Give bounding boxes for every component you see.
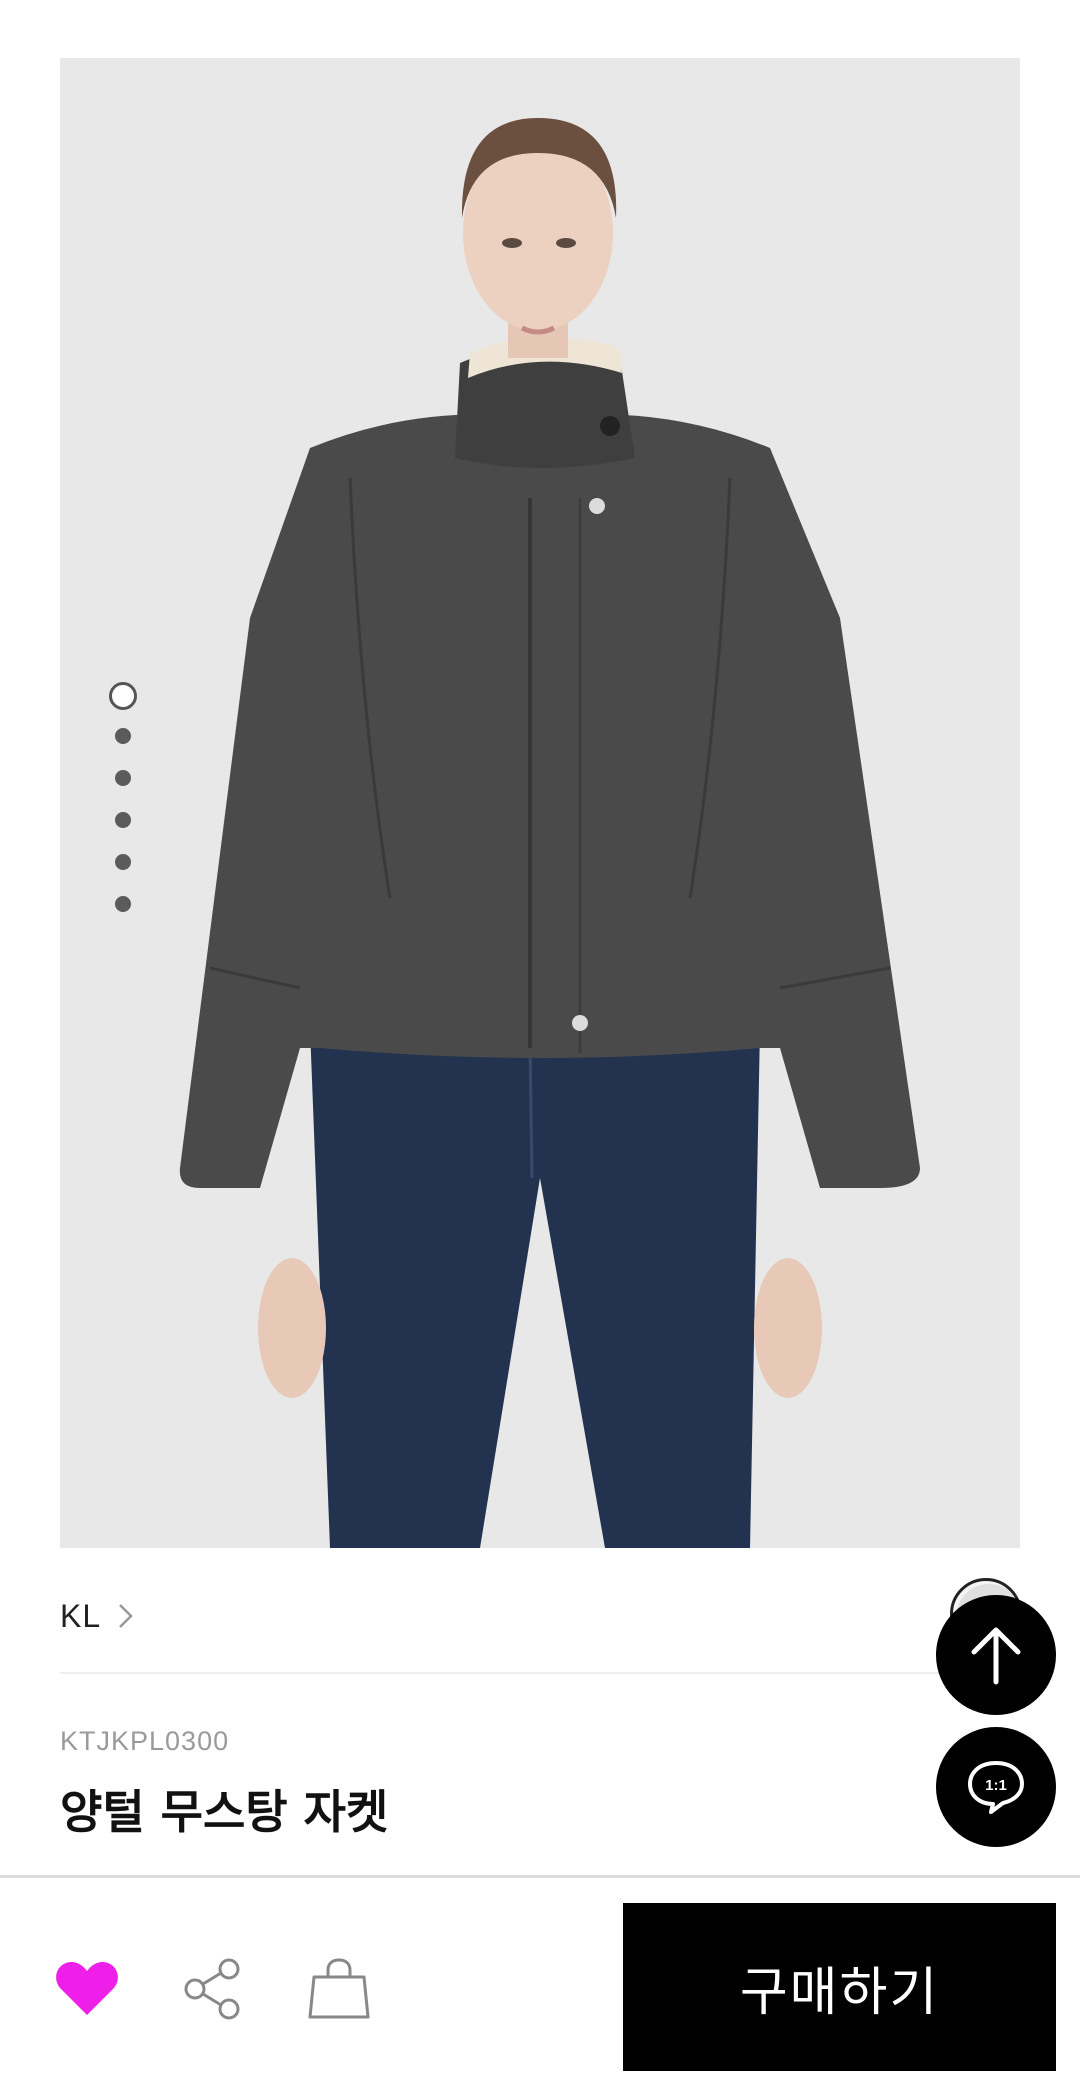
carousel-dot[interactable]	[115, 728, 131, 744]
heart-icon	[56, 1961, 118, 2015]
brand-row[interactable]: KL	[60, 1560, 1022, 1674]
product-name: 양털 무스탕 자켓	[60, 1785, 389, 1839]
shopping-bag-icon	[308, 1958, 370, 2019]
carousel-dot[interactable]	[115, 812, 131, 828]
carousel-dot-active[interactable]	[109, 682, 137, 710]
chat-label: 1:1	[985, 1777, 1007, 1794]
buy-button[interactable]: 구매하기	[623, 1903, 1056, 2071]
chevron-right-icon	[119, 1604, 133, 1628]
carousel-dot[interactable]	[115, 896, 131, 912]
share-icon	[184, 1958, 240, 2020]
arrow-up-icon	[971, 1627, 1021, 1685]
image-carousel-indicator	[108, 682, 138, 938]
cart-button[interactable]	[304, 1954, 374, 2024]
brand-name[interactable]: KL	[60, 1598, 101, 1635]
chat-bubble-icon: 1:1	[968, 1761, 1024, 1814]
carousel-dot[interactable]	[115, 854, 131, 870]
wishlist-button[interactable]	[52, 1954, 122, 2024]
bottom-action-bar: 구매하기	[0, 1875, 1080, 2093]
scroll-top-button[interactable]	[936, 1595, 1056, 1715]
product-code: KTJKPL0300	[60, 1726, 230, 1756]
share-button[interactable]	[178, 1954, 248, 2024]
product-photo	[60, 58, 1020, 1548]
product-image[interactable]	[60, 58, 1020, 1548]
chat-button[interactable]: 1:1	[936, 1727, 1056, 1847]
carousel-dot[interactable]	[115, 770, 131, 786]
